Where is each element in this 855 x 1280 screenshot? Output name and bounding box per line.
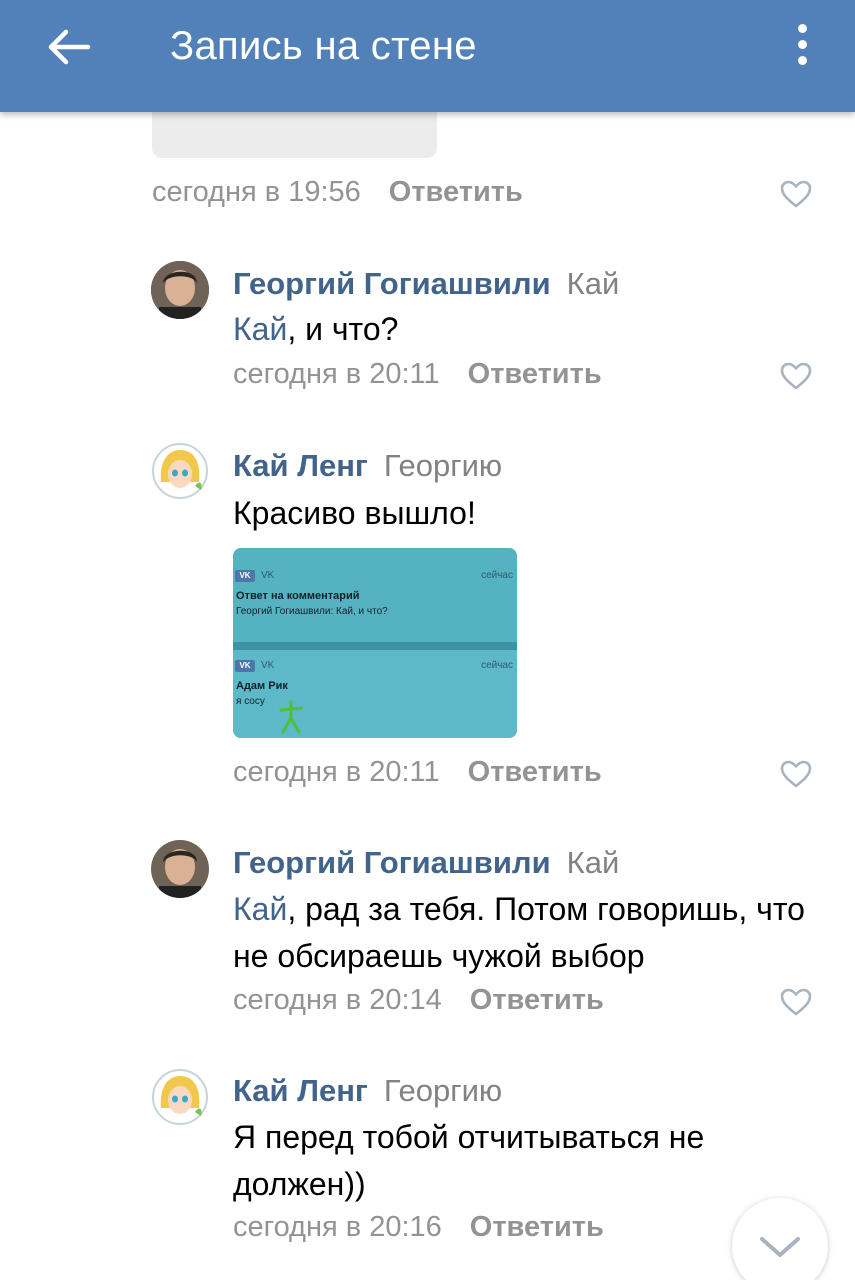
chevron-down-icon bbox=[760, 1237, 800, 1257]
comment-author-line: Кай Ленг Георгию bbox=[233, 1073, 502, 1109]
comment-author-line: Кай Ленг Георгию bbox=[233, 448, 502, 484]
reply-button[interactable]: Ответить bbox=[468, 358, 602, 391]
comment-date: сегодня в 19:56 bbox=[152, 176, 361, 208]
page-title: Запись на стене bbox=[170, 24, 477, 68]
reply-button[interactable]: Ответить bbox=[389, 176, 523, 209]
reply-button[interactable]: Ответить bbox=[468, 756, 602, 789]
back-button[interactable] bbox=[44, 26, 94, 68]
comment-meta: сегодня в 20:16 Ответить bbox=[233, 1211, 604, 1251]
heart-icon[interactable] bbox=[779, 179, 813, 209]
comment-author-line: Георгий Гогиашвили Кай bbox=[233, 266, 619, 302]
comment-meta: сегодня в 20:14 Ответить bbox=[233, 984, 604, 1024]
vk-logo-icon: VK bbox=[235, 570, 255, 582]
attachment-image[interactable]: VK VK сейчас Ответ на комментарий Георги… bbox=[233, 548, 517, 738]
comment-author[interactable]: Георгий Гогиашвили bbox=[233, 266, 551, 301]
stick-figure-icon bbox=[279, 700, 303, 734]
comment-date: сегодня в 20:11 bbox=[233, 358, 440, 390]
comment-author-line: Георгий Гогиашвили Кай bbox=[233, 845, 619, 881]
heart-icon[interactable] bbox=[779, 987, 813, 1017]
comment-author[interactable]: Георгий Гогиашвили bbox=[233, 845, 551, 880]
comment-author[interactable]: Кай Ленг bbox=[233, 448, 368, 483]
vk-logo-icon: VK bbox=[235, 660, 255, 672]
arrow-left-icon bbox=[48, 29, 91, 65]
reply-button[interactable]: Ответить bbox=[470, 984, 604, 1017]
mention-link[interactable]: Кай bbox=[233, 891, 287, 927]
comment-text: Красиво вышло! bbox=[233, 495, 476, 531]
comment-author[interactable]: Кай Ленг bbox=[233, 1073, 368, 1108]
reply-target: Кай bbox=[566, 845, 620, 880]
comment-meta: сегодня в 19:56 Ответить bbox=[152, 176, 523, 216]
reply-button[interactable]: Ответить bbox=[470, 1211, 604, 1244]
comment-date: сегодня в 20:14 bbox=[233, 984, 442, 1016]
heart-icon[interactable] bbox=[779, 361, 813, 391]
avatar-georgiy[interactable] bbox=[151, 261, 209, 319]
comment-date: сегодня в 20:11 bbox=[233, 756, 440, 788]
comment-text: Кай, рад за тебя. Потом говоришь, что не… bbox=[233, 891, 805, 974]
comment-date: сегодня в 20:16 bbox=[233, 1211, 442, 1243]
reply-target: Кай bbox=[566, 266, 620, 301]
reply-target: Георгию bbox=[383, 448, 503, 483]
avatar-kai[interactable] bbox=[151, 1068, 209, 1126]
more-vertical-icon bbox=[797, 24, 807, 33]
scroll-down-button[interactable] bbox=[732, 1198, 828, 1280]
comment-meta: сегодня в 20:11 Ответить bbox=[233, 756, 602, 796]
comment-text: Я перед тобой отчитываться не должен)) bbox=[233, 1119, 705, 1202]
avatar-georgiy[interactable] bbox=[151, 840, 209, 898]
mention-link[interactable]: Кай bbox=[233, 311, 287, 347]
comment-meta: сегодня в 20:11 Ответить bbox=[233, 358, 602, 398]
avatar-kai[interactable] bbox=[151, 442, 209, 500]
app-header: Запись на стене bbox=[0, 0, 855, 112]
comment-text: Кай, и что? bbox=[233, 311, 399, 347]
heart-icon[interactable] bbox=[779, 759, 813, 789]
more-menu-button[interactable] bbox=[790, 24, 814, 70]
reply-target: Георгию bbox=[383, 1073, 503, 1108]
attachment-image-partial[interactable] bbox=[152, 108, 437, 158]
